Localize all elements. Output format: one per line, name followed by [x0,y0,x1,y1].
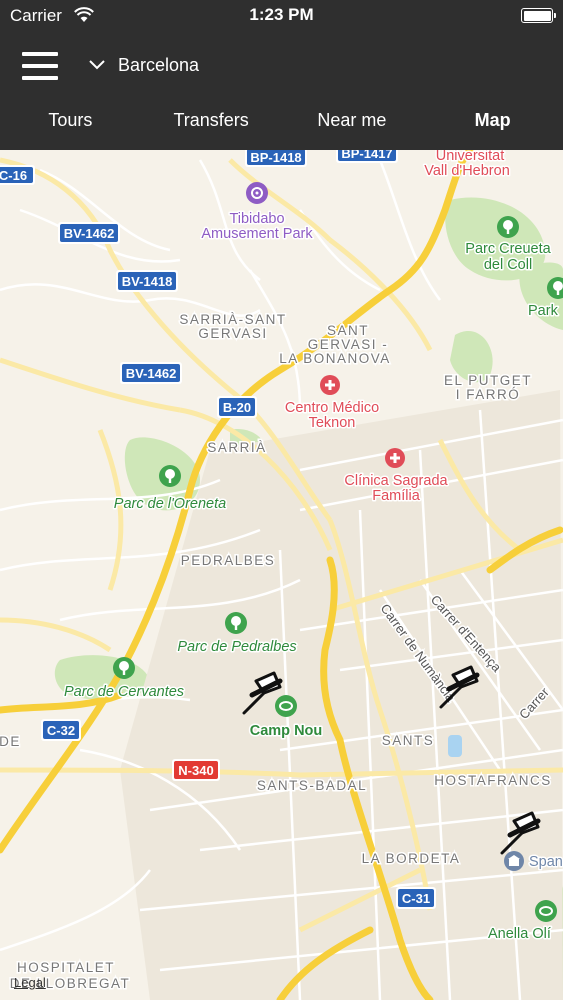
svg-text:Parc de Cervantes: Parc de Cervantes [64,684,184,700]
svg-text:Parc Creueta: Parc Creueta [465,241,551,257]
svg-text:Tibidabo: Tibidabo [229,211,284,227]
road-shield-c16: C-16 [0,165,35,185]
svg-text:HOSTAFRANCS: HOSTAFRANCS [434,773,552,788]
svg-text:HOSPITALET: HOSPITALET [17,960,115,975]
svg-text:Vall d'Hebron: Vall d'Hebron [424,163,510,179]
svg-text:SANTS-BADAL: SANTS-BADAL [257,778,367,793]
svg-text:Universitat: Universitat [436,150,505,164]
svg-text:Clínica Sagrada: Clínica Sagrada [344,473,448,489]
svg-text:BV-1462: BV-1462 [64,226,115,241]
svg-text:Amusement Park: Amusement Park [201,226,313,242]
road-shield-bp1418: BP-1418 [245,150,307,167]
svg-text:del Coll: del Coll [484,257,532,273]
svg-text:Centro Médico: Centro Médico [285,400,379,416]
chevron-down-icon [89,60,105,70]
svg-text:LA BORDETA: LA BORDETA [362,851,461,866]
svg-text:Anella Olí: Anella Olí [488,926,551,942]
status-bar: Carrier 1:23 PM [0,0,563,32]
svg-text:BP-1418: BP-1418 [250,150,301,165]
road-shield-b20: B-20 [217,396,257,418]
park-tree-icon [113,657,135,679]
svg-text:PEDRALBES: PEDRALBES [181,553,276,568]
svg-text:LA BONANOVA: LA BONANOVA [279,351,391,366]
hamburger-menu-icon[interactable] [22,52,58,80]
legal-link[interactable]: Legal [14,975,46,990]
svg-text:SANT: SANT [327,323,369,338]
app-header: Barcelona Tours Transfers Near me Map [0,32,563,150]
city-selector[interactable]: Barcelona [88,50,199,80]
svg-text:I FARRÓ: I FARRÓ [456,387,521,402]
map-view[interactable]: C-16 BP-1418 BP-1417 BV-1462 BV-1418 BV-… [0,150,563,1000]
svg-text:Span: Span [529,854,563,870]
status-time: 1:23 PM [249,5,314,24]
battery-icon [521,8,556,23]
park-tree-icon [225,612,247,634]
tab-transfers[interactable]: Transfers [141,100,282,140]
hospital-icon [320,375,340,395]
svg-text:N-340: N-340 [178,763,213,778]
hospital-icon [385,448,405,468]
road-shield-c32: C-32 [41,719,81,741]
svg-text:C-32: C-32 [47,723,75,738]
tab-near-me[interactable]: Near me [282,100,423,140]
svg-text:EL PUTGET: EL PUTGET [444,373,532,388]
city-label: Barcelona [118,54,200,75]
road-shield-n340: N-340 [172,759,220,781]
svg-text:Camp Nou: Camp Nou [250,723,323,739]
stadium-icon [275,695,297,717]
svg-text:Família: Família [372,488,420,504]
svg-text:Teknon: Teknon [309,415,356,431]
amusement-park-icon [246,182,268,204]
stadium-icon [535,900,557,922]
road-shield-c31: C-31 [396,887,436,909]
svg-text:GERVASI: GERVASI [198,326,267,341]
svg-text:BV-1462: BV-1462 [126,366,177,381]
svg-text:DE: DE [0,734,21,749]
svg-text:GERVASI -: GERVASI - [308,337,389,352]
tab-bar: Tours Transfers Near me Map [0,100,563,140]
svg-text:BV-1418: BV-1418 [122,274,173,289]
svg-text:C-31: C-31 [402,891,430,906]
svg-text:Park: Park [528,303,559,319]
svg-text:SARRIÀ-SANT: SARRIÀ-SANT [179,312,286,327]
park-tree-icon [497,216,519,238]
road-shield-bp1417: BP-1417 [336,150,398,163]
road-shield-bv1418: BV-1418 [116,270,178,292]
svg-text:Parc de Pedralbes: Parc de Pedralbes [177,639,296,655]
water [448,735,462,757]
tab-map[interactable]: Map [422,100,563,140]
svg-text:Parc de l'Oreneta: Parc de l'Oreneta [114,496,226,512]
svg-text:B-20: B-20 [223,400,251,415]
tab-tours[interactable]: Tours [0,100,141,140]
svg-text:SANTS: SANTS [382,733,435,748]
road-shield-bv1462: BV-1462 [58,222,120,244]
svg-text:C-16: C-16 [0,168,27,183]
park-tree-icon [159,465,181,487]
svg-text:SARRIÀ: SARRIÀ [207,440,266,455]
road-shield-bv1462-2: BV-1462 [120,362,182,384]
museum-icon [504,851,524,871]
svg-text:BP-1417: BP-1417 [341,150,392,161]
